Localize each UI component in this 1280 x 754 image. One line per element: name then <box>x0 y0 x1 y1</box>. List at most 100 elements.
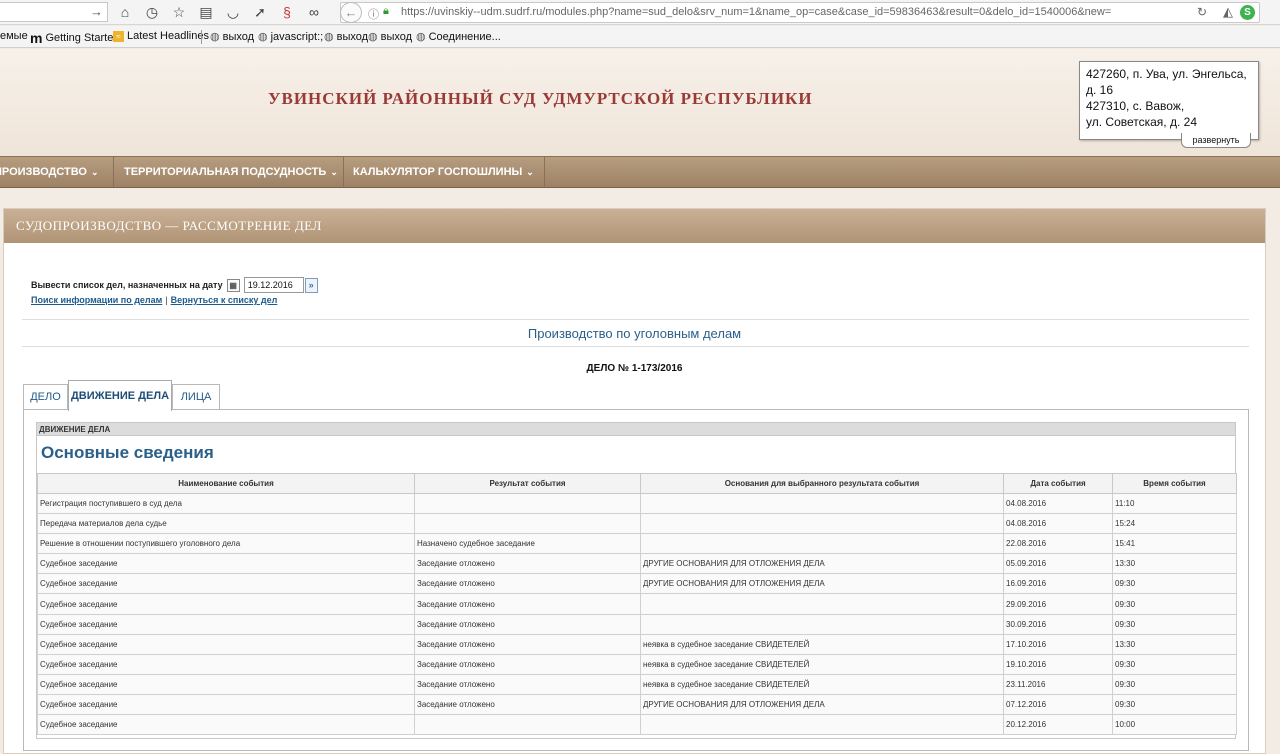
nav-label: ПРОИЗВОДСТВО <box>0 166 87 178</box>
column-header: Время события <box>1112 473 1237 494</box>
back-icon[interactable]: ← <box>340 2 362 23</box>
table-cell: Судебное заседание <box>37 593 415 615</box>
address-line: 427260, п. Ува, ул. Энгельса, <box>1086 67 1247 81</box>
table-cell: 09:30 <box>1112 593 1237 615</box>
main-nav: ПРОИЗВОДСТВО ⌄ ТЕРРИТОРИАЛЬНАЯ ПОДСУДНОСТ… <box>0 156 1280 188</box>
bookmarks-bar: емые m Getting Started ≈ Latest Headlines … <box>0 26 1280 48</box>
table-cell: Решение в отношении поступившего уголовн… <box>37 533 415 555</box>
links-row: Поиск информации по делам | Вернуться к сп… <box>31 295 277 305</box>
url-text[interactable]: https://uvinskiy--udm.sudrf.ru/modules.p… <box>401 6 1111 18</box>
bookmark-label: Latest Headlines <box>127 30 209 42</box>
table-cell: 09:30 <box>1112 653 1237 675</box>
reading-list-icon[interactable]: ▤ <box>197 3 215 21</box>
table-cell: Судебное заседание <box>37 633 415 655</box>
table-cell: 07.12.2016 <box>1003 693 1113 716</box>
nav-item-proizvodstvo[interactable]: ПРОИЗВОДСТВО ⌄ <box>0 157 114 187</box>
column-header: Наименование события <box>37 473 415 494</box>
m-icon: m <box>30 30 43 46</box>
nav-label: КАЛЬКУЛЯТОР ГОСПОШЛИНЫ <box>353 166 523 178</box>
bookmark-getting-started[interactable]: m Getting Started <box>30 30 119 46</box>
send-icon[interactable]: ➚ <box>251 3 269 21</box>
shield-icon[interactable]: ◭ <box>1223 4 1233 20</box>
table-cell: 10:00 <box>1112 714 1237 736</box>
table-cell: 13:30 <box>1112 633 1237 655</box>
bookmark-label: емые <box>0 30 28 42</box>
column-header: Основания для выбранного результата собы… <box>640 473 1004 494</box>
bookmark-label: выход <box>222 30 255 43</box>
table-cell: 13:30 <box>1112 553 1237 575</box>
nav-item-calculator[interactable]: КАЛЬКУЛЯТОР ГОСПОШЛИНЫ ⌄ <box>353 157 545 187</box>
table-cell: Заседание отложено <box>414 653 641 675</box>
bookmark-star-icon[interactable]: ☆ <box>170 3 188 21</box>
table-cell <box>640 533 1004 555</box>
table-row: Судебное заседание Заседание отложено 29.0… <box>37 593 1237 615</box>
table-cell: ДРУГИЕ ОСНОВАНИЯ ДЛЯ ОТЛОЖЕНИЯ ДЕЛА <box>640 573 1004 595</box>
tab-litsa[interactable]: ЛИЦА <box>172 384 220 410</box>
table-row: Решение в отношении поступившего уголовн… <box>37 533 1237 555</box>
go-button[interactable]: » <box>304 277 318 293</box>
addon-icon[interactable]: S <box>1240 5 1255 20</box>
table-row: Судебное заседание Заседание отложено 30.0… <box>37 613 1237 635</box>
date-input[interactable] <box>243 277 304 293</box>
tab-delo[interactable]: ДЕЛО <box>23 384 68 410</box>
globe-icon: ◍ <box>324 31 334 43</box>
tab-body: ДВИЖЕНИЕ ДЕЛА Основные сведения Наименов… <box>23 409 1249 751</box>
url-bar[interactable]: ← ⓘ 🔒︎ https://uvinskiy--udm.sudrf.ru/mo… <box>340 2 1260 23</box>
bookmark-item[interactable]: ◍ выход <box>210 30 255 44</box>
chevron-down-icon: ⌄ <box>90 167 99 177</box>
bookmark-separator <box>201 30 202 44</box>
column-header: Результат события <box>414 473 641 494</box>
table-row: Судебное заседание Заседание отложено неяв… <box>37 673 1237 695</box>
table-cell: 15:24 <box>1112 513 1237 535</box>
events-body: Регистрация поступившего в суд дела 04.08… <box>37 492 1237 736</box>
home-icon[interactable]: ⌂ <box>116 3 134 21</box>
bookmark-label: выход <box>380 30 413 43</box>
table-cell: Судебное заседание <box>37 693 415 716</box>
address-line: 427310, с. Вавож, <box>1086 99 1185 113</box>
bookmark-item[interactable]: ◍ выход <box>368 30 413 44</box>
calendar-icon[interactable]: ▦ <box>226 278 240 292</box>
nav-item-territorial[interactable]: ТЕРРИТОРИАЛЬНАЯ ПОДСУДНОСТЬ ⌄ <box>124 157 344 187</box>
globe-icon: ◍ <box>368 31 378 43</box>
bookmark-item[interactable]: ◍ выход <box>324 30 369 44</box>
table-cell <box>640 513 1004 535</box>
table-cell <box>640 492 1004 515</box>
table-cell: 04.08.2016 <box>1003 513 1113 535</box>
bookmark-item[interactable]: ◍ javascript:; <box>258 30 323 44</box>
table-cell: ДРУГИЕ ОСНОВАНИЯ ДЛЯ ОТЛОЖЕНИЯ ДЕЛА <box>640 553 1004 575</box>
chevron-down-icon: ⌄ <box>330 167 338 177</box>
tab-dvizhenie[interactable]: ДВИЖЕНИЕ ДЕЛА <box>68 380 172 411</box>
date-label: Вывести список дел, назначенных на дату <box>31 280 223 290</box>
back-to-list-link[interactable]: Вернуться к списку дел <box>171 295 278 305</box>
table-cell: 09:30 <box>1112 573 1237 595</box>
search-cases-link[interactable]: Поиск информации по делам <box>31 295 162 305</box>
reload-icon[interactable]: ↻ <box>1197 5 1207 19</box>
bookmark-item[interactable]: емые <box>0 30 28 42</box>
info-icon[interactable]: ⓘ <box>368 6 379 22</box>
page-scrollbar[interactable] <box>1266 189 1280 754</box>
table-cell: Судебное заседание <box>37 653 415 675</box>
extension-icon[interactable]: § <box>278 3 296 21</box>
table-cell: 20.12.2016 <box>1003 714 1113 736</box>
table-cell: 16.09.2016 <box>1003 573 1113 595</box>
bookmark-item[interactable]: ◍ Соединение... <box>416 30 501 44</box>
divider <box>22 346 1249 347</box>
pocket-icon[interactable]: ◡ <box>224 3 242 21</box>
table-cell <box>640 613 1004 635</box>
search-field[interactable]: → <box>0 2 108 22</box>
court-title: УВИНСКИЙ РАЙОННЫЙ СУД УДМУРТСКОЙ РЕСПУБЛ… <box>268 89 813 108</box>
table-cell: 09:30 <box>1112 693 1237 716</box>
bookmark-latest-headlines[interactable]: ≈ Latest Headlines <box>113 30 209 42</box>
chevron-down-icon: ⌄ <box>526 167 534 177</box>
lock-icon: 🔒︎ <box>383 5 389 17</box>
address-line: д. 16 <box>1086 83 1114 97</box>
expand-button[interactable]: развернуть <box>1181 133 1251 148</box>
history-icon[interactable]: ◷ <box>143 3 161 21</box>
events-box: ДВИЖЕНИЕ ДЕЛА Основные сведения Наименов… <box>36 422 1237 739</box>
table-cell: 04.08.2016 <box>1003 492 1113 515</box>
table-row: Судебное заседание Заседание отложено ДРУГ… <box>37 573 1237 595</box>
mask-icon[interactable]: ∞ <box>305 3 323 21</box>
address-line: ул. Советская, д. 24 <box>1086 115 1197 129</box>
bookmark-label: выход <box>336 30 369 43</box>
arrow-right-icon[interactable]: → <box>90 4 103 19</box>
